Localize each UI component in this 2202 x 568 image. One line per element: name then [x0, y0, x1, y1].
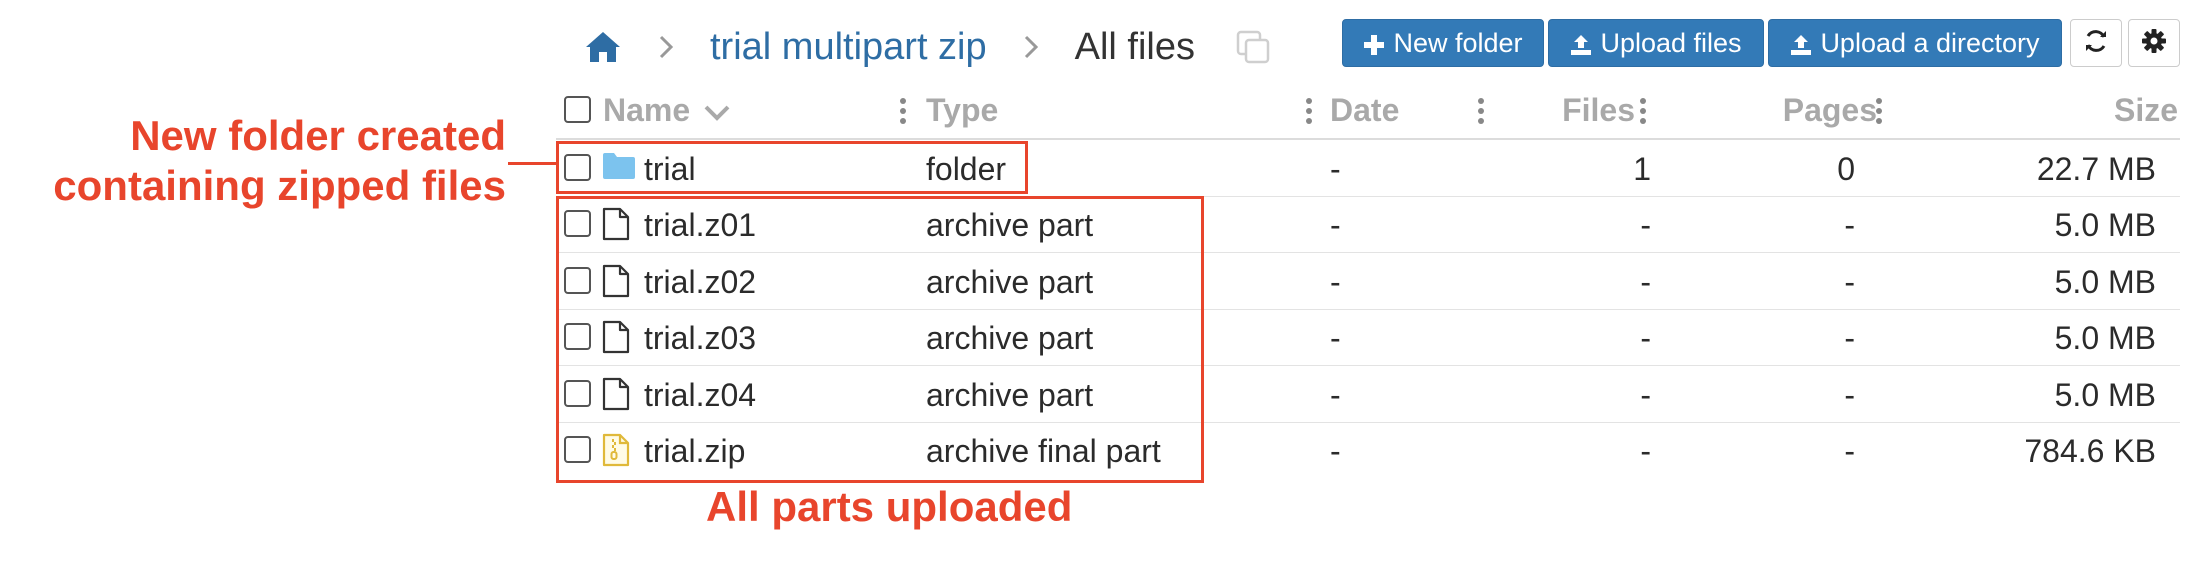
header-divider — [556, 138, 2180, 140]
column-resize-handle[interactable] — [1640, 98, 1646, 124]
file-date: - — [1330, 433, 1341, 469]
column-header-name[interactable]: Name — [603, 92, 731, 131]
file-files-count: - — [1640, 207, 1651, 244]
file-files-count: - — [1640, 376, 1651, 413]
chevron-right-icon — [1021, 34, 1041, 60]
file-size: 5.0 MB — [2054, 263, 2156, 300]
select-all-checkbox[interactable] — [564, 96, 591, 123]
folder-annotation: New folder created containing zipped fil… — [53, 111, 506, 211]
refresh-icon — [2083, 28, 2109, 59]
file-size: 5.0 MB — [2054, 320, 2156, 357]
upload-files-button[interactable]: Upload files — [1548, 19, 1764, 67]
upload-files-label: Upload files — [1600, 27, 1742, 58]
file-date: - — [1330, 376, 1341, 413]
new-folder-button[interactable]: New folder — [1342, 19, 1544, 67]
parts-highlight-box — [556, 196, 1204, 483]
column-header-files[interactable]: Files — [1562, 92, 1635, 129]
file-files-count: 1 — [1633, 151, 1651, 187]
file-date: - — [1330, 320, 1341, 357]
column-name-label: Name — [603, 92, 691, 128]
gear-icon — [2141, 28, 2167, 59]
breadcrumb: trial multipart zip All files — [584, 14, 1271, 80]
annotation-leader-line — [508, 162, 556, 165]
upload-directory-label: Upload a directory — [1820, 27, 2040, 58]
column-header-pages[interactable]: Pages — [1783, 92, 1877, 129]
file-files-count: - — [1640, 263, 1651, 300]
file-size: 5.0 MB — [2054, 376, 2156, 413]
file-pages-count: - — [1844, 207, 1855, 244]
file-files-count: - — [1640, 320, 1651, 357]
file-date: - — [1330, 263, 1341, 300]
column-header-size[interactable]: Size — [2114, 92, 2178, 129]
copy-icon[interactable] — [1235, 29, 1271, 65]
chevron-right-icon — [656, 34, 676, 60]
new-folder-label: New folder — [1393, 27, 1523, 58]
breadcrumb-project-link[interactable]: trial multipart zip — [710, 26, 987, 69]
file-size: 22.7 MB — [2036, 151, 2156, 187]
folder-highlight-box — [556, 141, 1028, 194]
column-resize-handle[interactable] — [900, 98, 906, 124]
folder-annotation-line1: New folder created — [130, 112, 506, 159]
column-resize-handle[interactable] — [1876, 98, 1882, 124]
file-pages-count: 0 — [1837, 151, 1855, 187]
upload-icon — [1790, 32, 1812, 55]
file-files-count: - — [1640, 433, 1651, 469]
upload-icon — [1570, 32, 1592, 55]
file-date: - — [1330, 151, 1341, 187]
file-size: 784.6 KB — [2024, 433, 2156, 469]
breadcrumb-current: All files — [1074, 25, 1196, 68]
parts-annotation: All parts uploaded — [706, 483, 1073, 530]
upload-directory-button[interactable]: Upload a directory — [1768, 19, 2062, 67]
file-size: 5.0 MB — [2054, 207, 2156, 244]
column-header-date[interactable]: Date — [1330, 92, 1399, 129]
file-date: - — [1330, 207, 1341, 244]
file-pages-count: - — [1844, 320, 1855, 357]
folder-annotation-line2: containing zipped files — [53, 162, 506, 209]
chevron-down-icon — [703, 94, 731, 131]
column-resize-handle[interactable] — [1478, 98, 1484, 124]
refresh-button[interactable] — [2070, 19, 2122, 67]
settings-button[interactable] — [2128, 19, 2180, 67]
column-resize-handle[interactable] — [1306, 98, 1312, 124]
file-pages-count: - — [1844, 263, 1855, 300]
column-header-type[interactable]: Type — [926, 92, 998, 129]
file-pages-count: - — [1844, 376, 1855, 413]
plus-icon — [1363, 32, 1385, 55]
home-icon[interactable] — [584, 30, 622, 64]
file-pages-count: - — [1844, 433, 1855, 469]
